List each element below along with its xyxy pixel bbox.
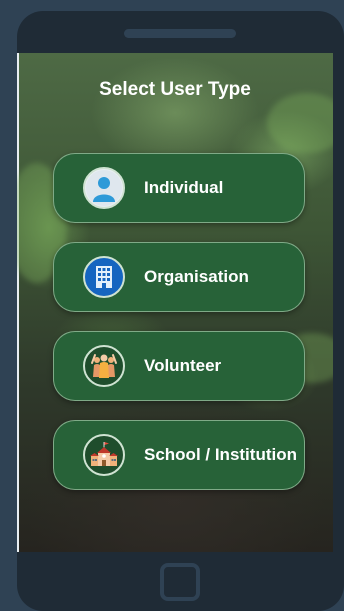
phone-speaker: [124, 29, 236, 38]
user-type-label: Individual: [144, 178, 224, 197]
user-type-organisation-button[interactable]: Organisation: [53, 242, 305, 312]
background-leaf: [267, 93, 333, 153]
user-type-label: Organisation: [144, 267, 249, 286]
user-type-school-institution-button[interactable]: School / Institution: [53, 420, 305, 490]
user-type-label: School / Institution: [144, 445, 297, 464]
user-type-label: Volunteer: [144, 356, 222, 375]
home-button[interactable]: [160, 563, 200, 601]
office-building-icon: [83, 256, 125, 298]
person-avatar-icon: [83, 167, 125, 209]
school-building-icon: [83, 434, 125, 476]
volunteers-group-icon: [83, 345, 125, 387]
user-type-volunteer-button[interactable]: Volunteer: [53, 331, 305, 401]
user-type-individual-button[interactable]: Individual: [53, 153, 305, 223]
app-screen: Select User Type Individual Organisation…: [17, 53, 333, 552]
page-title: Select User Type: [99, 79, 251, 100]
